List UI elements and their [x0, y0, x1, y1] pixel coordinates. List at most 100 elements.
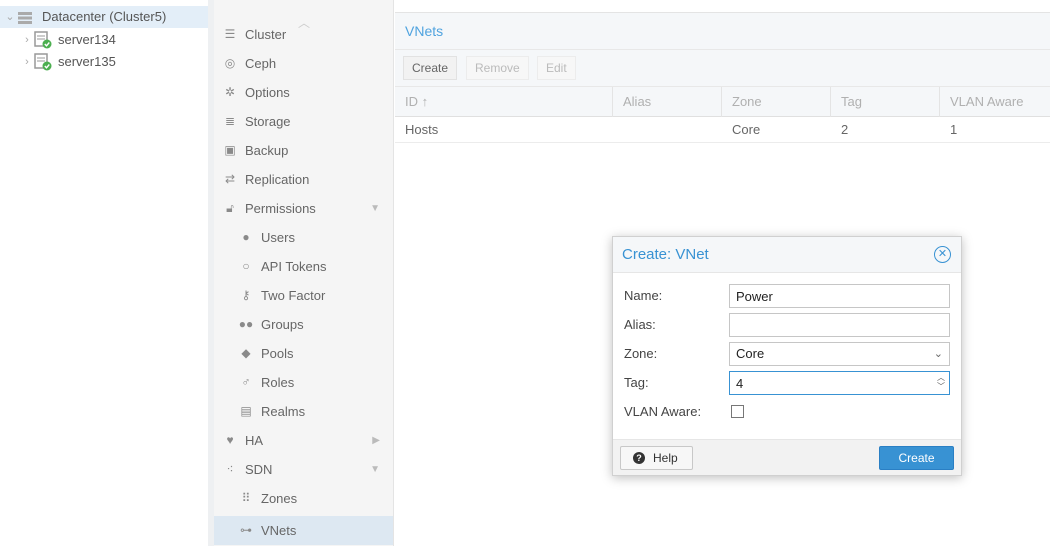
zone-select[interactable]: Core ⌄ — [729, 342, 950, 366]
floppy-icon: ▣ — [224, 143, 236, 157]
nav-label: SDN — [245, 462, 273, 477]
nav-item-sdn[interactable]: ⁖ SDN ▼ — [214, 455, 393, 484]
chevron-right-icon[interactable]: › — [21, 29, 33, 51]
vlan-aware-label: VLAN Aware: — [624, 404, 702, 419]
user-outline-icon: ○ — [242, 259, 250, 273]
create-button[interactable]: Create — [403, 56, 458, 80]
nav-label: Two Factor — [261, 288, 326, 303]
unlock-icon: 🔓︎ — [226, 201, 234, 215]
nav-label: Backup — [245, 143, 289, 158]
nav-label: Zones — [261, 491, 298, 506]
nav-label: Ceph — [245, 56, 277, 71]
nav-item-api-tokens[interactable]: ○ API Tokens — [214, 252, 393, 281]
nav-item-users[interactable]: ● Users — [214, 223, 393, 252]
male-icon: ♂ — [241, 375, 251, 389]
chevron-right-icon[interactable]: ▶ — [372, 426, 380, 455]
chevron-up-icon[interactable]: ︿ — [936, 373, 946, 382]
cell-vlan-aware: 1 — [950, 122, 958, 137]
panel-title: VNets — [395, 13, 1050, 50]
chevron-down-icon[interactable]: ⌄ — [934, 343, 943, 365]
nav-label: Users — [261, 230, 295, 245]
help-label: Help — [653, 451, 678, 465]
node-label: server134 — [58, 32, 116, 47]
nav-item-zones[interactable]: ⠿ Zones — [214, 484, 393, 513]
nav-label: Permissions — [245, 201, 316, 216]
chevron-down-icon[interactable]: ▼ — [370, 455, 380, 484]
help-button[interactable]: ? Help — [620, 446, 693, 470]
tag-stepper[interactable]: ︿ ﹀ — [729, 371, 950, 395]
nav-item-roles[interactable]: ♂ Roles — [214, 368, 393, 397]
nav-item-pools[interactable]: ◆ Pools — [214, 339, 393, 368]
nav-label: API Tokens — [261, 259, 327, 274]
edit-button[interactable]: Edit — [537, 56, 576, 80]
nav-label: Replication — [245, 172, 310, 187]
name-field[interactable] — [729, 284, 950, 308]
tag-field[interactable] — [729, 371, 950, 395]
dialog-footer: ? Help Create — [613, 439, 961, 475]
id-card-icon: ▤ — [240, 404, 252, 418]
nav-label: Cluster — [245, 27, 287, 42]
nav-item-ha[interactable]: ♥ HA ▶ — [214, 426, 393, 455]
tree-item-node[interactable]: › server135 — [0, 51, 208, 73]
tags-icon: ◆ — [241, 346, 251, 360]
spinner[interactable]: ︿ ﹀ — [936, 373, 946, 391]
chevron-right-icon[interactable]: › — [21, 51, 33, 73]
datacenter-label: Datacenter (Cluster5) — [42, 9, 167, 24]
nav-item-options[interactable]: ✲ Options — [214, 78, 393, 107]
nav-label: Groups — [261, 317, 304, 332]
chevron-down-icon[interactable]: ⌄ — [4, 6, 16, 28]
dialog-title: Create: VNet — [622, 246, 709, 263]
remove-button[interactable]: Remove — [466, 56, 529, 80]
column-header-tag[interactable]: Tag — [831, 87, 940, 117]
sitemap-icon: ⊶ — [240, 523, 252, 537]
grid-icon: ⠿ — [241, 491, 251, 505]
ceph-icon: ◎ — [224, 56, 236, 70]
tree-item-node[interactable]: › server134 — [0, 29, 208, 51]
dialog-header[interactable]: Create: VNet ✕ — [613, 237, 961, 273]
alias-label: Alias: — [624, 317, 656, 332]
config-nav: ︿ ☰ Cluster ◎ Ceph ✲ Options ≣ Storage ▣… — [214, 0, 394, 546]
resource-tree: ⌄ Datacenter (Cluster5) › server134 › se… — [0, 0, 208, 546]
cell-id: Hosts — [405, 122, 439, 137]
chevron-down-icon[interactable]: ﹀ — [936, 382, 946, 391]
nav-label: Pools — [261, 346, 294, 361]
node-label: server135 — [58, 54, 116, 69]
nav-item-realms[interactable]: ▤ Realms — [214, 397, 393, 426]
nav-item-storage[interactable]: ≣ Storage — [214, 107, 393, 136]
nav-label: HA — [245, 433, 264, 448]
tree-item-datacenter[interactable]: ⌄ Datacenter (Cluster5) — [0, 6, 208, 28]
server-online-icon — [34, 53, 52, 78]
table-row[interactable]: Hosts Core 2 1 — [395, 117, 1050, 143]
column-header-vlan-aware[interactable]: VLAN Aware — [940, 87, 1050, 117]
grid-header: ID ↑ Alias Zone Tag VLAN Aware — [395, 87, 1050, 117]
create-vnet-dialog: Create: VNet ✕ Name: Alias: Zone: Core ⌄… — [612, 236, 962, 476]
name-label: Name: — [624, 288, 663, 303]
nav-item-ceph[interactable]: ◎ Ceph — [214, 49, 393, 78]
sdn-icon: ⁖ — [226, 462, 234, 476]
close-icon[interactable]: ✕ — [934, 246, 951, 263]
alias-field[interactable] — [729, 313, 950, 337]
column-header-alias[interactable]: Alias — [613, 87, 722, 117]
user-icon: ● — [242, 230, 250, 244]
nav-item-groups[interactable]: ●● Groups — [214, 310, 393, 339]
nav-item-replication[interactable]: ⇄ Replication — [214, 165, 393, 194]
zone-label: Zone: — [624, 346, 658, 361]
nav-label: Options — [245, 85, 290, 100]
chevron-down-icon[interactable]: ▼ — [370, 194, 380, 223]
create-submit-button[interactable]: Create — [879, 446, 954, 470]
column-header-id[interactable]: ID ↑ — [395, 87, 613, 117]
column-header-zone[interactable]: Zone — [722, 87, 831, 117]
nav-item-vnets[interactable]: ⊶ VNets — [214, 516, 393, 545]
nav-item-cluster[interactable]: ☰ Cluster — [214, 20, 393, 49]
nav-item-permissions[interactable]: 🔓︎ Permissions ▼ — [214, 194, 393, 223]
gear-icon: ✲ — [224, 85, 236, 99]
nav-item-backup[interactable]: ▣ Backup — [214, 136, 393, 165]
vlan-aware-checkbox[interactable] — [731, 405, 744, 418]
nav-label: Storage — [245, 114, 291, 129]
cell-alias — [613, 117, 623, 143]
key-icon: ⚷ — [241, 288, 251, 302]
nav-item-two-factor[interactable]: ⚷ Two Factor — [214, 281, 393, 310]
users-icon: ●● — [238, 317, 254, 331]
database-icon: ≣ — [224, 114, 236, 128]
nav-label: VNets — [261, 523, 297, 538]
